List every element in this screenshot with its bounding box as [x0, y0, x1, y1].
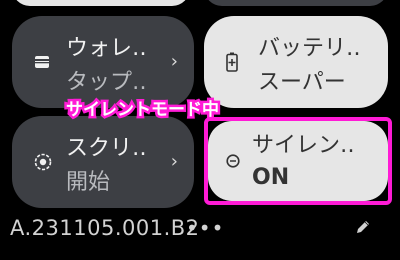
battery-saver-icon	[226, 52, 238, 72]
top-tile-left-partial[interactable]	[12, 0, 190, 6]
screen-record-icon	[34, 153, 52, 171]
more-icon[interactable]: •••	[186, 216, 224, 240]
wallet-icon	[34, 55, 50, 69]
pencil-icon[interactable]	[354, 218, 372, 240]
screen-record-tile[interactable]: スクリ‥ 開始 ›	[12, 116, 194, 208]
quick-settings-panel: ウォレ‥ タップ‥ › バッテリ‥ スーパー スクリ‥ 開始 › サイレン‥ O…	[0, 0, 400, 260]
wallet-tile[interactable]: ウォレ‥ タップ‥ ›	[12, 16, 194, 108]
annotation-label: サイレントモード中	[64, 98, 222, 123]
screen-record-title: スクリ‥	[66, 136, 147, 161]
build-number: A.231105.001.B2	[10, 216, 200, 240]
battery-saver-tile[interactable]: バッテリ‥ スーパー	[204, 16, 388, 108]
battery-subtitle: スーパー	[258, 70, 346, 95]
wallet-title: ウォレ‥	[66, 36, 147, 61]
top-tile-right-partial[interactable]	[204, 0, 388, 6]
highlight-box	[204, 117, 392, 205]
battery-title: バッテリ‥	[258, 36, 361, 61]
chevron-right-icon: ›	[170, 151, 178, 172]
screen-record-subtitle: 開始	[66, 170, 111, 195]
chevron-right-icon: ›	[170, 51, 178, 72]
wallet-subtitle: タップ‥	[66, 70, 147, 95]
